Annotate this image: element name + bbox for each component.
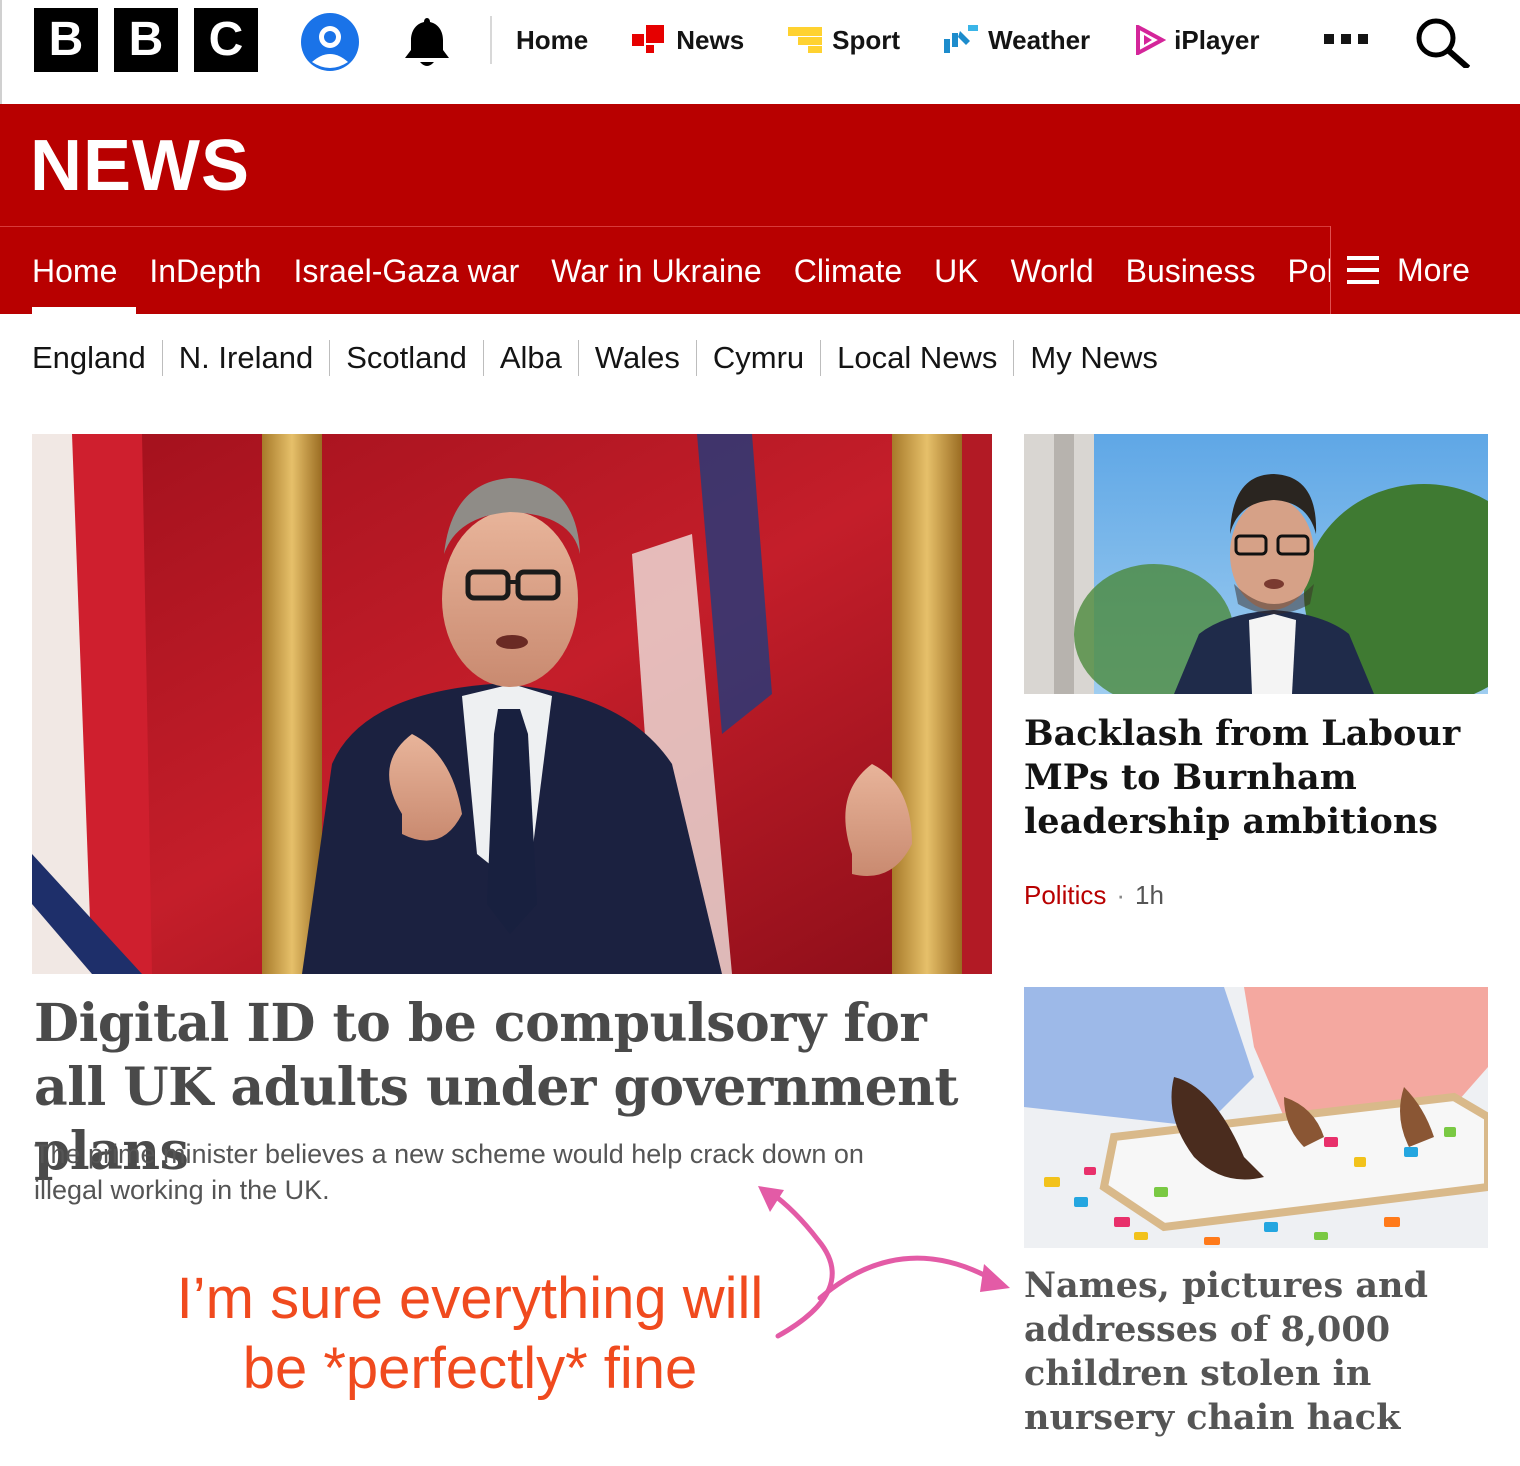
masthead-link-label: iPlayer: [1174, 24, 1260, 55]
side-story-1-image[interactable]: [1024, 434, 1488, 694]
nav-separator: [329, 340, 331, 376]
main-story-image[interactable]: [32, 434, 992, 974]
category-link[interactable]: Politics: [1024, 880, 1106, 911]
nav-item-world[interactable]: World: [1011, 253, 1094, 290]
masthead-link-label: News: [676, 24, 745, 55]
notification-bell-icon[interactable]: [400, 14, 454, 70]
nav-item-climate[interactable]: Climate: [794, 253, 902, 290]
annotation-line: I’m sure everything will: [176, 1266, 764, 1331]
masthead-link-label: Home: [516, 24, 589, 55]
bbc-logo-letter: B: [114, 8, 178, 72]
masthead-link-weather[interactable]: Weather: [944, 25, 1090, 56]
masthead-link-label: Sport: [832, 24, 901, 55]
primary-nav: Home InDepth Israel-Gaza war War in Ukra…: [0, 226, 1520, 315]
nav-separator: [482, 340, 484, 376]
more-menu-button[interactable]: More: [1330, 226, 1520, 314]
news-title[interactable]: NEWS: [30, 126, 250, 206]
politician-photo: [1024, 434, 1488, 694]
nav-separator: [161, 340, 163, 376]
side-story-1-meta: Politics · 1h: [1024, 880, 1164, 911]
bbc-logo[interactable]: B B C: [34, 8, 258, 72]
account-icon[interactable]: [300, 12, 360, 72]
sport-icon: [788, 27, 823, 53]
more-menu-label: More: [1397, 251, 1470, 288]
nav-item-indepth[interactable]: InDepth: [149, 253, 261, 290]
sec-nav-wales[interactable]: Wales: [595, 340, 680, 376]
annotation-arrows: [758, 1186, 1010, 1339]
annotation-line: be *perfectly* fine: [242, 1336, 698, 1401]
nav-item-uk[interactable]: UK: [934, 253, 978, 290]
hamburger-icon: [1347, 256, 1379, 284]
sarcastic-annotation: I’m sure everything will be *perfectly* …: [130, 1264, 810, 1404]
prime-minister-photo: [32, 434, 992, 974]
news-banner: NEWS: [0, 104, 1520, 226]
nav-item-politics[interactable]: Politics: [1287, 253, 1330, 290]
more-services-icon[interactable]: [1324, 34, 1368, 44]
sec-nav-alba[interactable]: Alba: [500, 340, 562, 376]
sec-nav-cymru[interactable]: Cymru: [713, 340, 804, 376]
nav-item-business[interactable]: Business: [1126, 253, 1256, 290]
side-story-2-headline[interactable]: Names, pictures and addresses of 8,000 c…: [1024, 1264, 1504, 1440]
masthead-link-iplayer[interactable]: iPlayer: [1134, 25, 1259, 56]
nav-item-israel-gaza[interactable]: Israel-Gaza war: [293, 253, 519, 290]
active-nav-indicator: [32, 307, 136, 315]
timestamp: 1h: [1135, 880, 1164, 910]
bbc-masthead: B B C Home News Sport Weather iPlayer: [0, 0, 1520, 104]
nav-separator: [695, 340, 697, 376]
news-icon: [632, 25, 665, 53]
secondary-nav: England N. Ireland Scotland Alba Wales C…: [32, 336, 1158, 380]
arrow-head-right: [980, 1264, 1010, 1292]
search-icon[interactable]: [1414, 16, 1470, 68]
masthead-divider: [490, 16, 492, 64]
masthead-nav: Home News Sport Weather iPlayer: [516, 20, 1303, 60]
side-story-2-image[interactable]: [1024, 987, 1488, 1248]
sec-nav-england[interactable]: England: [32, 340, 146, 376]
nav-item-ukraine[interactable]: War in Ukraine: [551, 253, 761, 290]
nav-item-home[interactable]: Home: [32, 253, 117, 290]
nav-separator: [1013, 340, 1015, 376]
meta-separator: ·: [1116, 880, 1126, 910]
side-story-1-headline[interactable]: Backlash from Labour MPs to Burnham lead…: [1024, 712, 1494, 844]
masthead-link-news[interactable]: News: [632, 25, 744, 56]
sec-nav-n-ireland[interactable]: N. Ireland: [179, 340, 313, 376]
bbc-logo-letter: C: [194, 8, 258, 72]
bbc-logo-letter: B: [34, 8, 98, 72]
iplayer-icon: [1136, 25, 1167, 55]
masthead-link-label: Weather: [988, 24, 1091, 55]
nav-separator: [820, 340, 822, 376]
arrow-to-hack-story: [817, 1255, 993, 1301]
sec-nav-scotland[interactable]: Scotland: [346, 340, 467, 376]
weather-icon: [944, 25, 979, 53]
masthead-link-home[interactable]: Home: [516, 25, 588, 56]
sec-nav-local-news[interactable]: Local News: [837, 340, 997, 376]
sec-nav-my-news[interactable]: My News: [1030, 340, 1157, 376]
nav-separator: [577, 340, 579, 376]
masthead-link-sport[interactable]: Sport: [788, 25, 900, 56]
children-letters-photo: [1024, 987, 1488, 1248]
arrow-to-main-story: [767, 1189, 835, 1339]
